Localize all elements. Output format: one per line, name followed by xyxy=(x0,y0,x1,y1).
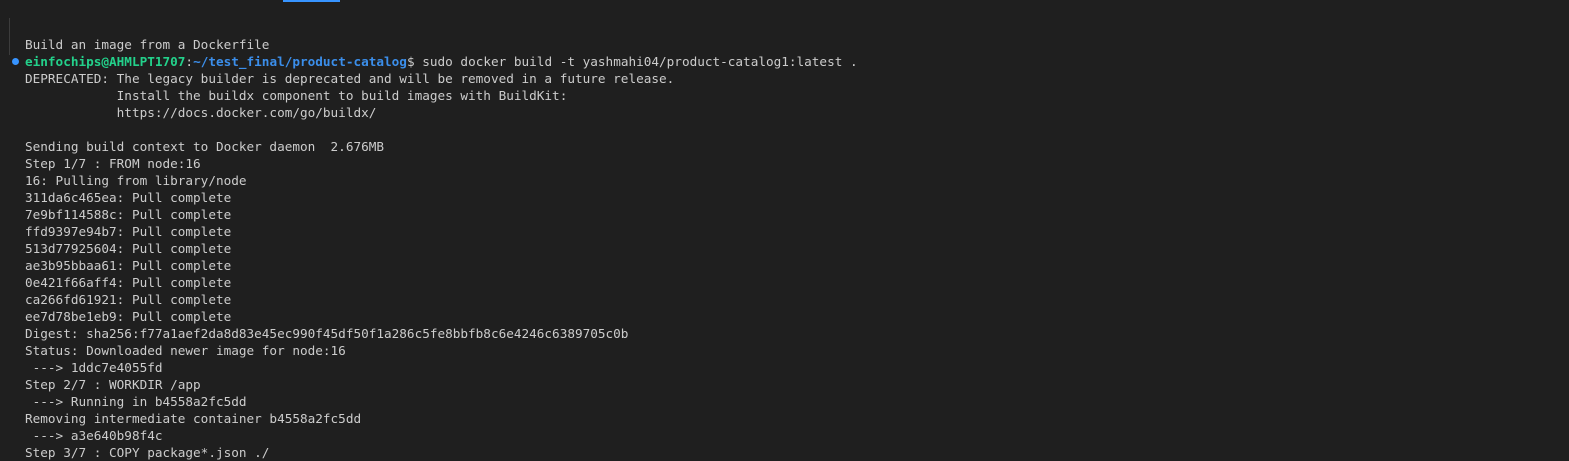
prompt-symbol: $ xyxy=(406,54,415,69)
command-status-dot-icon[interactable] xyxy=(12,58,19,65)
output-line: 513d77925604: Pull complete xyxy=(25,241,232,256)
output-line: https://docs.docker.com/go/buildx/ xyxy=(25,105,377,120)
output-line: ffd9397e94b7: Pull complete xyxy=(25,224,232,239)
output-line: 0e421f66aff4: Pull complete xyxy=(25,275,232,290)
command-decoration-bar xyxy=(9,18,10,55)
output-line: DEPRECATED: The legacy builder is deprec… xyxy=(25,71,675,86)
terminal-panel[interactable]: Build an image from a Dockerfile einfoch… xyxy=(0,0,1569,461)
output-line: Step 1/7 : FROM node:16 xyxy=(25,156,201,171)
output-line: ee7d78be1eb9: Pull complete xyxy=(25,309,232,324)
output-line: Step 3/7 : COPY package*.json ./ xyxy=(25,445,270,460)
output-line: 16: Pulling from library/node xyxy=(25,173,247,188)
output-line: 7e9bf114588c: Pull complete xyxy=(25,207,232,222)
top-link-underline xyxy=(283,0,340,2)
output-lines: DEPRECATED: The legacy builder is deprec… xyxy=(25,70,858,461)
prompt-user-host: einfochips@AHMLPT1707 xyxy=(25,54,186,69)
prompt-line: einfochips@AHMLPT1707:~/test_final/produ… xyxy=(25,53,858,70)
output-line: Status: Downloaded newer image for node:… xyxy=(25,343,346,358)
prompt-separator: : xyxy=(185,54,194,69)
output-line: ae3b95bbaa61: Pull complete xyxy=(25,258,232,273)
prompt-command: sudo docker build -t yashmahi04/product-… xyxy=(414,54,858,69)
output-line: Digest: sha256:f77a1aef2da8d83e45ec990f4… xyxy=(25,326,629,341)
output-line: ---> Running in b4558a2fc5dd xyxy=(25,394,247,409)
prompt-path: ~/test_final/product-catalog xyxy=(193,54,407,69)
output-line: Build an image from a Dockerfile xyxy=(25,37,270,52)
output-line: Sending build context to Docker daemon 2… xyxy=(25,139,385,154)
output-line: Install the buildx component to build im… xyxy=(25,88,568,103)
output-line: Removing intermediate container b4558a2f… xyxy=(25,411,362,426)
output-line: Step 2/7 : WORKDIR /app xyxy=(25,377,201,392)
output-line: ---> 1ddc7e4055fd xyxy=(25,360,163,375)
output-line: ca266fd61921: Pull complete xyxy=(25,292,232,307)
output-line: ---> a3e640b98f4c xyxy=(25,428,163,443)
terminal-output: Build an image from a Dockerfile einfoch… xyxy=(25,36,858,461)
output-line: 311da6c465ea: Pull complete xyxy=(25,190,232,205)
